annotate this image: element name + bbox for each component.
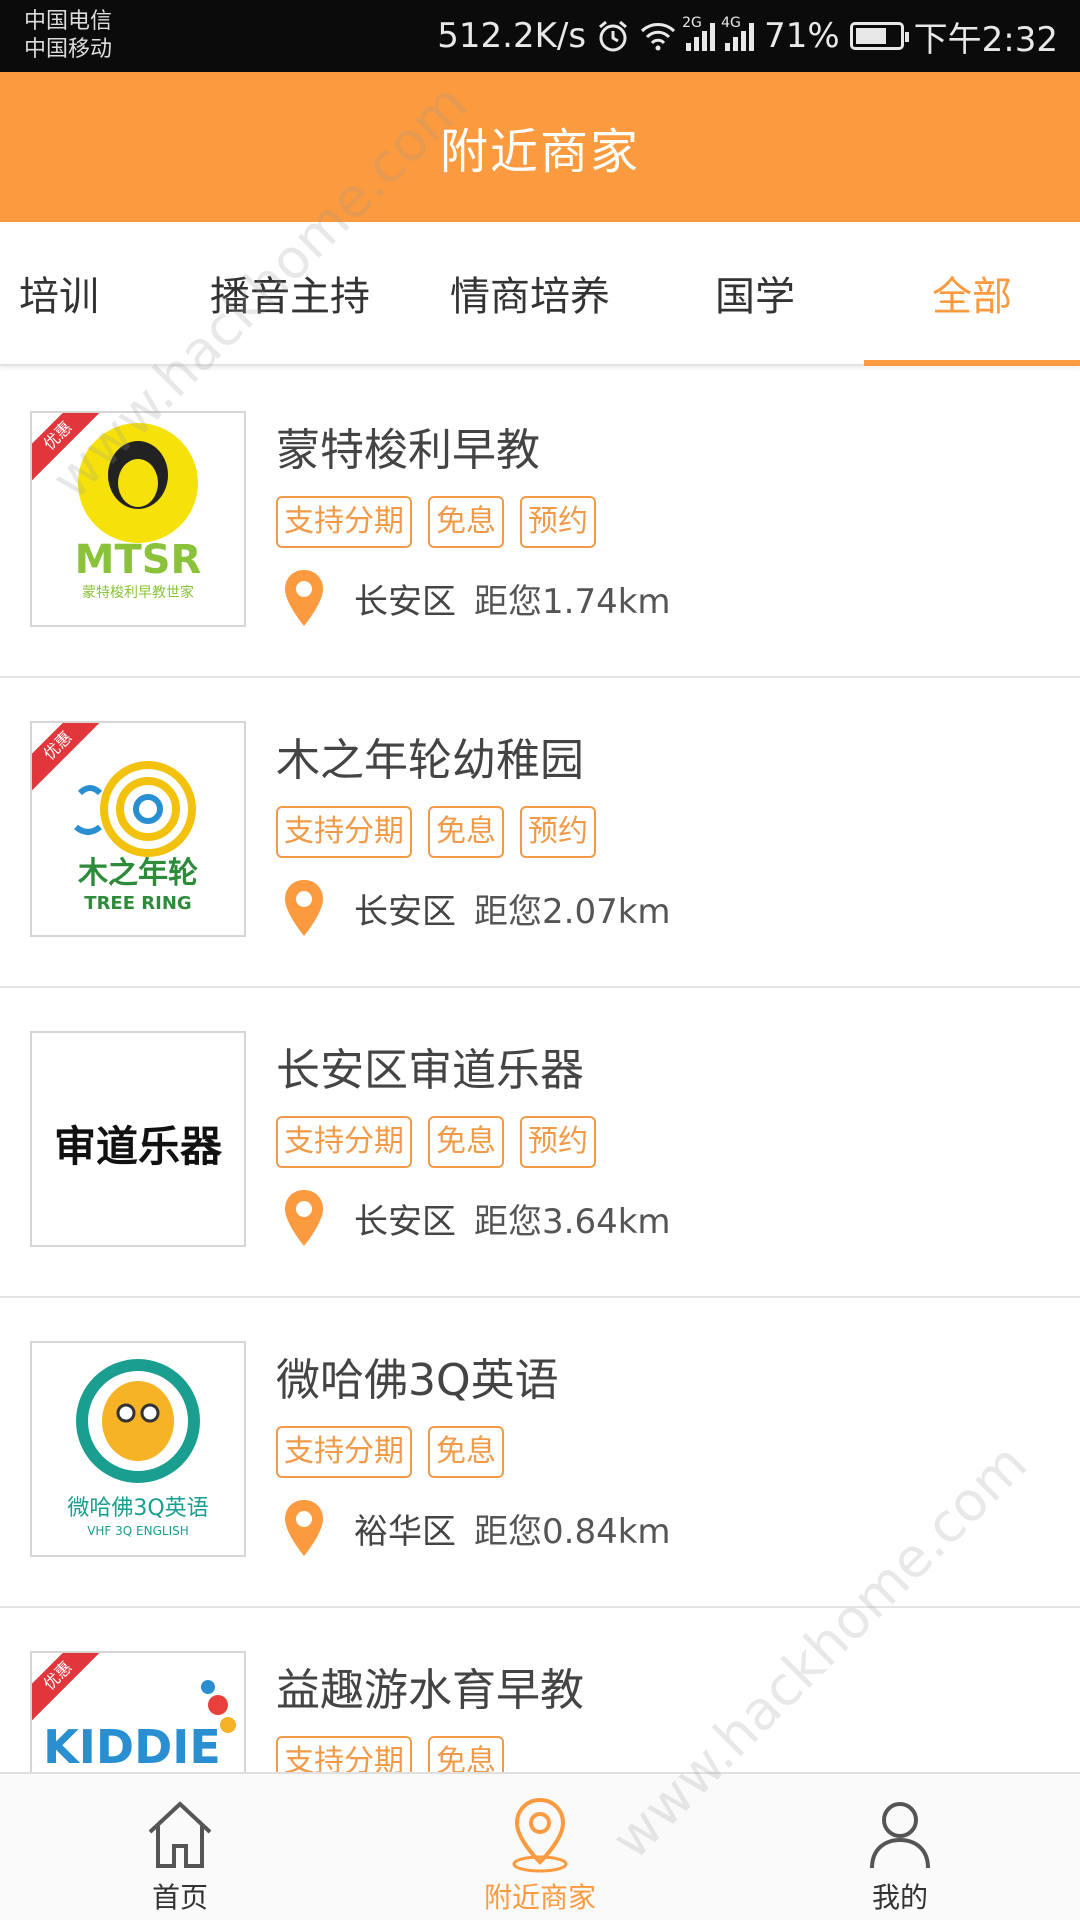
carrier-info: 中国电信 中国移动: [24, 8, 112, 64]
svg-text:木之年轮: 木之年轮: [77, 856, 198, 891]
tab-all[interactable]: 全部: [864, 222, 1080, 364]
svg-text:MTSR: MTSR: [75, 537, 202, 583]
battery-icon: [849, 22, 909, 50]
battery-fill: [855, 28, 886, 44]
merchant-tags: 支持分期 免息 预约: [276, 806, 596, 858]
merchant-distance: 距您3.64km: [474, 1201, 671, 1242]
merchant-name: 长安区审道乐器: [276, 1045, 584, 1096]
vhf-logo-image: 微哈佛3Q英语 VHF 3Q ENGLISH: [67, 1359, 209, 1538]
merchant-logo: MTSR 蒙特梭利早教世家 优惠: [30, 411, 246, 627]
home-icon: [148, 1801, 212, 1868]
merchant-distance: 距您2.07km: [474, 891, 671, 932]
svg-text:KIDDIE: KIDDIE: [43, 1720, 221, 1772]
merchant-item[interactable]: 微哈佛3Q英语 VHF 3Q ENGLISH 微哈佛3Q英语 支持分期 免息 裕…: [0, 1298, 1080, 1608]
merchant-location: 长安区 距您3.64km: [282, 1188, 671, 1248]
merchant-district: 长安区: [354, 581, 456, 622]
nav-nearby-label: 附近商家: [483, 1881, 596, 1914]
merchant-logo: KIDDIE 优惠: [30, 1651, 246, 1772]
signal-2g-icon: 2G: [682, 15, 716, 51]
merchant-district: 长安区: [354, 1201, 456, 1242]
signal-4g-icon: 4G: [721, 15, 755, 51]
merchant-name: 益趣游水育早教: [276, 1665, 584, 1716]
nav-profile[interactable]: 我的: [720, 1774, 1080, 1920]
alarm-icon: [599, 20, 628, 52]
clock: 下午2:32: [913, 19, 1058, 60]
nav-profile-label: 我的: [871, 1881, 928, 1914]
tag-appointment: 预约: [520, 806, 596, 858]
merchant-tags: 支持分期 免息 预约: [276, 1116, 596, 1168]
tag-interest-free: 免息: [428, 1116, 504, 1168]
carrier-2: 中国移动: [24, 37, 113, 62]
merchant-name: 微哈佛3Q英语: [276, 1355, 559, 1406]
tag-interest-free: 免息: [428, 806, 504, 858]
category-tabs: 培训 播音主持 情商培养 国学 全部: [0, 222, 1080, 366]
svg-text:TREE RING: TREE RING: [84, 893, 191, 914]
merchant-name: 蒙特梭利早教: [276, 425, 540, 476]
merchant-list[interactable]: MTSR 蒙特梭利早教世家 优惠 蒙特梭利早教 支持分期 免息 预约 长安区 距…: [0, 368, 1080, 1772]
merchant-district: 裕华区: [354, 1511, 456, 1552]
tab-indicator: [864, 360, 1080, 366]
nav-home-label: 首页: [151, 1881, 208, 1914]
merchant-item[interactable]: 审道乐器 长安区审道乐器 支持分期 免息 预约 长安区 距您3.64km: [0, 988, 1080, 1298]
tag-installment: 支持分期: [276, 1736, 412, 1772]
merchant-logo: 木之年轮 TREE RING 优惠: [30, 721, 246, 937]
merchant-item[interactable]: MTSR 蒙特梭利早教世家 优惠 蒙特梭利早教 支持分期 免息 预约 长安区 距…: [0, 368, 1080, 678]
tag-installment: 支持分期: [276, 806, 412, 858]
svg-text:蒙特梭利早教世家: 蒙特梭利早教世家: [82, 584, 194, 601]
carrier-1: 中国电信: [24, 9, 113, 34]
tag-installment: 支持分期: [276, 1426, 412, 1478]
status-icons: 512.2K/s 2G 4G 71% 下午2:32: [437, 14, 1058, 60]
location-pin-icon: [285, 1190, 323, 1246]
tab-broadcasting[interactable]: 播音主持: [180, 222, 400, 364]
merchant-distance: 距您0.84km: [474, 1511, 671, 1552]
tag-appointment: 预约: [520, 1116, 596, 1168]
network-speed: 512.2K/s: [437, 16, 587, 56]
svg-text:VHF 3Q ENGLISH: VHF 3Q ENGLISH: [87, 1524, 189, 1538]
merchant-item[interactable]: KIDDIE 优惠 益趣游水育早教 支持分期 免息: [0, 1608, 1080, 1772]
merchant-tags: 支持分期 免息: [276, 1736, 504, 1772]
merchant-name: 木之年轮幼稚园: [276, 735, 584, 786]
tag-appointment: 预约: [520, 496, 596, 548]
profile-icon: [870, 1802, 930, 1869]
tab-training[interactable]: 培训: [0, 222, 118, 364]
location-icon: [512, 1797, 568, 1873]
merchant-location: 长安区 距您1.74km: [282, 568, 671, 628]
bottom-nav: 首页 附近商家 我的: [0, 1772, 1080, 1920]
merchant-item[interactable]: 木之年轮 TREE RING 优惠 木之年轮幼稚园 支持分期 免息 预约 长安区…: [0, 678, 1080, 988]
app-header: 附近商家: [0, 72, 1080, 222]
merchant-tags: 支持分期 免息: [276, 1426, 504, 1478]
location-pin-icon: [285, 880, 323, 936]
tag-installment: 支持分期: [276, 496, 412, 548]
merchant-location: 长安区 距您2.07km: [282, 878, 671, 938]
tab-eq-training[interactable]: 情商培养: [420, 222, 640, 364]
merchant-logo: 审道乐器: [30, 1031, 246, 1247]
nav-home[interactable]: 首页: [0, 1774, 360, 1920]
svg-text:微哈佛3Q英语: 微哈佛3Q英语: [67, 1496, 208, 1521]
merchant-district: 长安区: [354, 891, 456, 932]
tag-installment: 支持分期: [276, 1116, 412, 1168]
merchant-distance: 距您1.74km: [474, 581, 671, 622]
nav-nearby[interactable]: 附近商家: [360, 1774, 720, 1920]
merchant-tags: 支持分期 免息 预约: [276, 496, 596, 548]
location-pin-icon: [285, 570, 323, 626]
merchant-logo: 微哈佛3Q英语 VHF 3Q ENGLISH: [30, 1341, 246, 1557]
tag-interest-free: 免息: [428, 1426, 504, 1478]
page-title: 附近商家: [439, 124, 640, 180]
battery-percent: 71%: [764, 16, 840, 56]
location-pin-icon: [285, 1500, 323, 1556]
tag-interest-free: 免息: [428, 1736, 504, 1772]
logo-text: 审道乐器: [53, 1122, 222, 1171]
tag-interest-free: 免息: [428, 496, 504, 548]
tab-sinology[interactable]: 国学: [680, 222, 830, 364]
status-bar: 中国电信 中国移动 512.2K/s 2G 4G 71% 下午2:32: [0, 0, 1080, 72]
merchant-location: 裕华区 距您0.84km: [282, 1498, 671, 1558]
wifi-icon: [641, 23, 676, 51]
